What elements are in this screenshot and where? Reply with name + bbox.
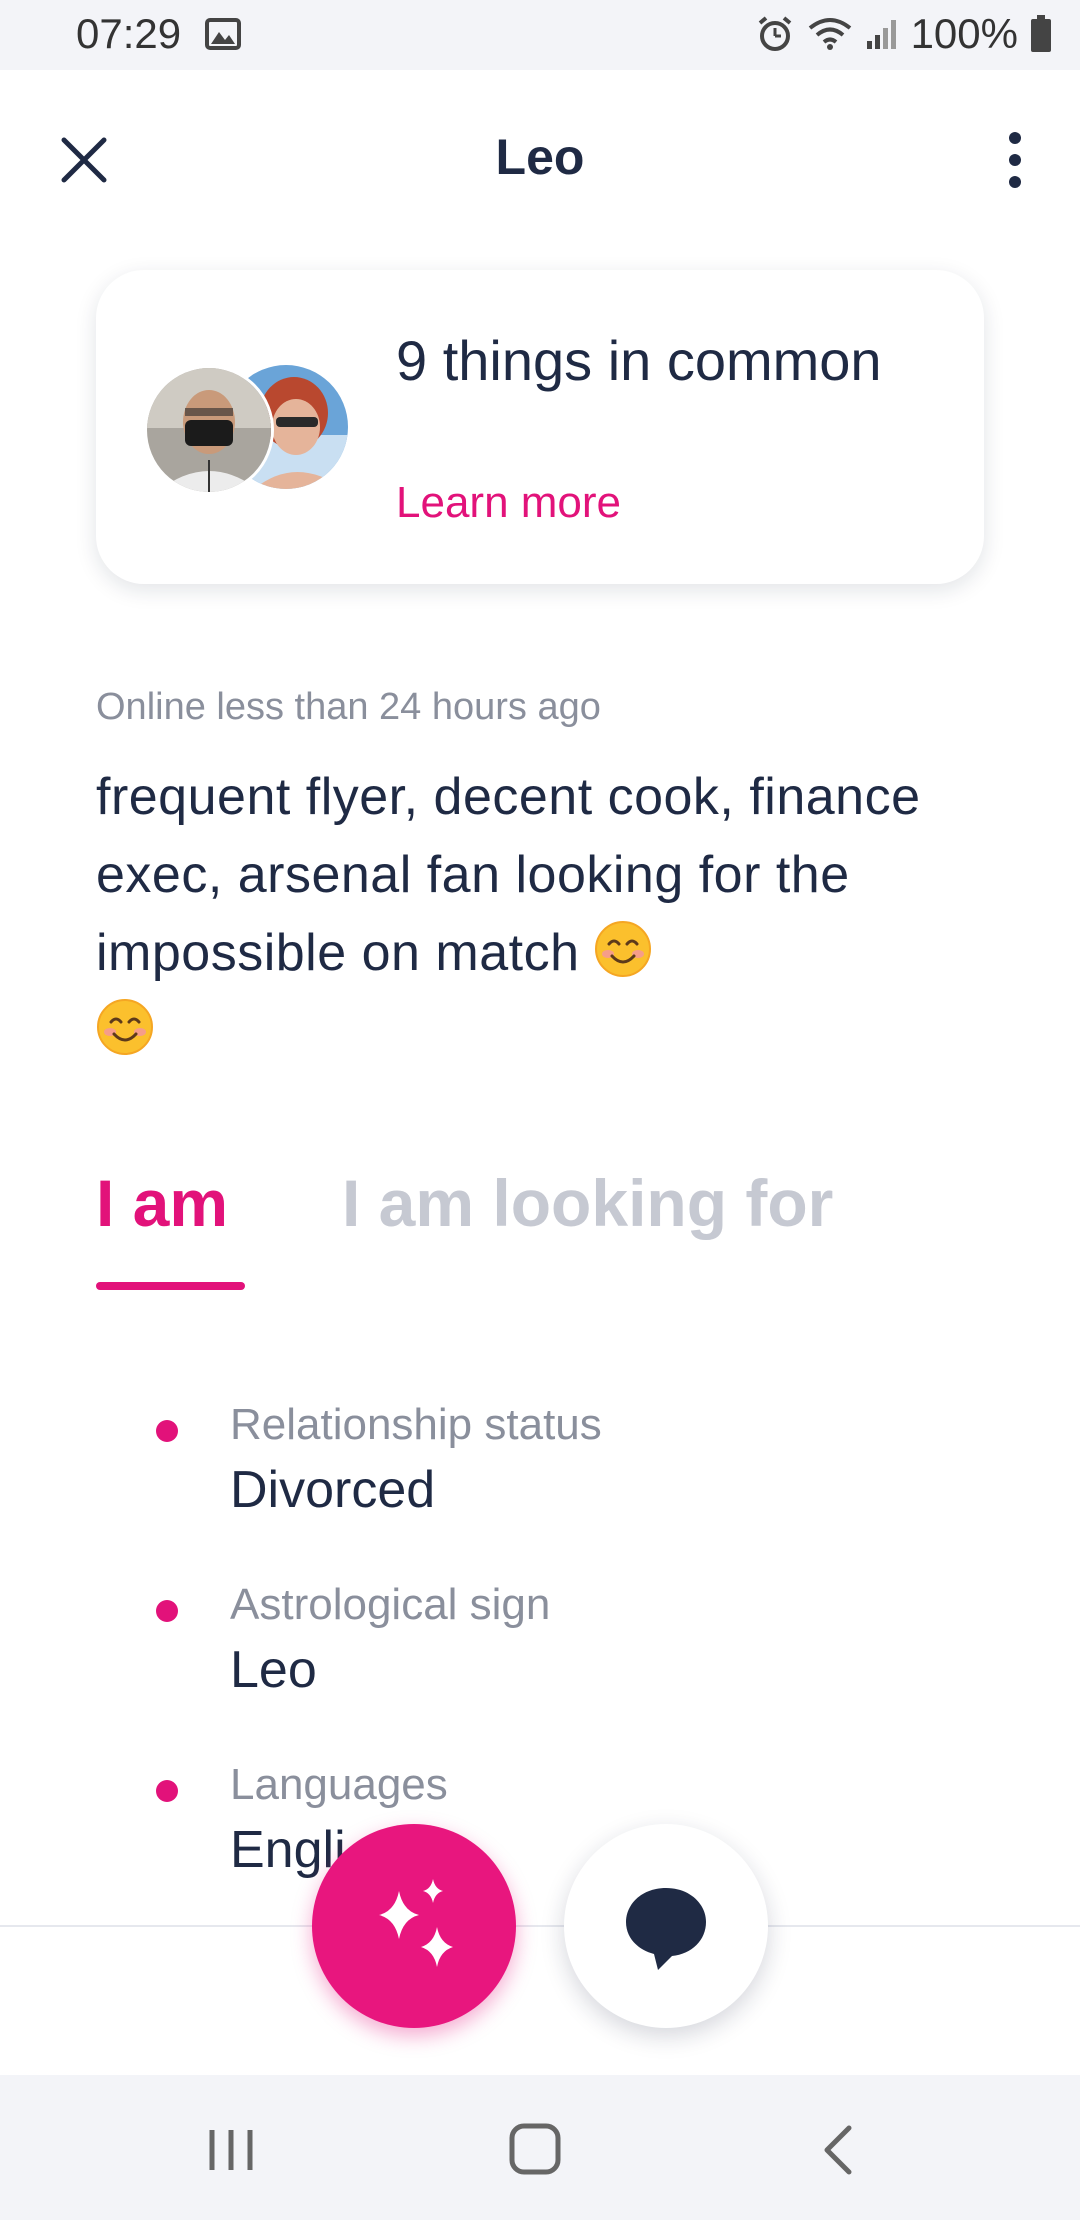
profile-screen: 07:29 100% Leo 9 things in common Learn … (0, 0, 1080, 2220)
more-options-button[interactable] (990, 128, 1040, 192)
alarm-icon (755, 14, 795, 54)
tab-i-am[interactable]: I am (96, 1165, 228, 1241)
more-vertical-icon (1009, 132, 1021, 188)
sparkle-icon (379, 1879, 453, 1967)
attribute-label: Astrological sign (230, 1580, 551, 1629)
learn-more-link[interactable]: Learn more (396, 478, 621, 528)
smiling-face-emoji-icon (594, 920, 652, 978)
chat-bubble-icon (626, 1888, 706, 1970)
things-in-common-card[interactable]: 9 things in common Learn more (96, 270, 984, 584)
bio-text: frequent flyer, decent cook, finance exe… (96, 768, 921, 982)
system-navigation-bar (0, 2075, 1080, 2220)
attribute-relationship-status: Relationship status Divorced (0, 1390, 1080, 1540)
recent-apps-button[interactable] (196, 2120, 266, 2180)
bottom-action-bar (0, 1925, 1080, 2077)
attribute-languages: Languages Engli (0, 1750, 1080, 1900)
status-time: 07:29 (76, 10, 182, 57)
image-notification-icon (205, 18, 241, 50)
attribute-astrological-sign: Astrological sign Leo (0, 1570, 1080, 1720)
attribute-label: Relationship status (230, 1400, 602, 1449)
battery-percent: 100% (910, 10, 1018, 57)
user-avatar (144, 365, 274, 495)
bullet-dot (156, 1780, 178, 1802)
battery-icon (1030, 15, 1052, 53)
attribute-value: Leo (230, 1641, 317, 1699)
status-bar: 07:29 100% (0, 0, 1080, 70)
wifi-icon (807, 16, 853, 52)
home-button[interactable] (500, 2120, 570, 2180)
profile-header: Leo (0, 70, 1080, 245)
page-title: Leo (495, 129, 585, 185)
signal-icon (865, 17, 899, 51)
bullet-dot (156, 1420, 178, 1442)
attribute-label: Languages (230, 1760, 448, 1809)
home-icon (509, 2123, 561, 2175)
back-button[interactable] (805, 2120, 875, 2180)
active-tab-indicator (96, 1282, 245, 1290)
back-chevron-icon (824, 2125, 852, 2175)
common-count-title: 9 things in common (396, 329, 882, 392)
sparkle-like-button[interactable] (312, 1824, 516, 2028)
online-status: Online less than 24 hours ago (96, 686, 601, 728)
bullet-dot (156, 1600, 178, 1622)
recent-apps-icon (209, 2130, 253, 2170)
chat-button[interactable] (564, 1824, 768, 2028)
tab-looking-for[interactable]: I am looking for (342, 1165, 833, 1241)
attribute-value: Divorced (230, 1461, 436, 1519)
status-icons: 100% (755, 10, 1052, 58)
profile-bio: frequent flyer, decent cook, finance exe… (96, 758, 996, 1070)
smiling-face-emoji-icon (96, 998, 154, 1056)
